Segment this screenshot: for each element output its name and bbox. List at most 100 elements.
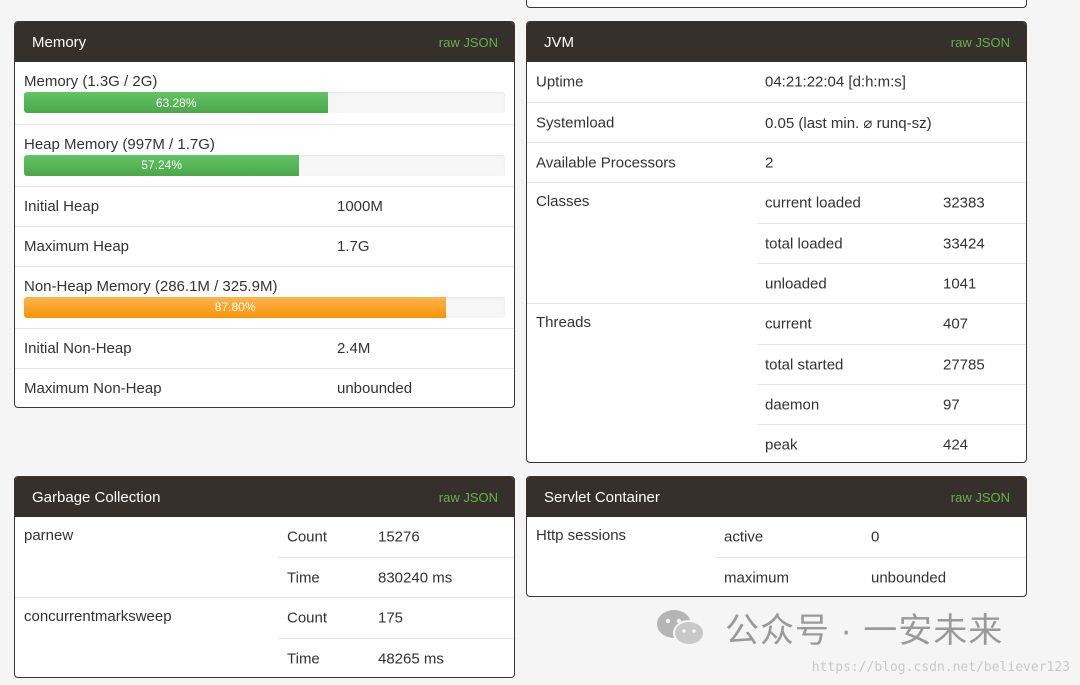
memory-usage-row: Memory (1.3G / 2G) 63.28%	[15, 62, 514, 124]
heap-memory-percent: 57.24%	[141, 158, 182, 172]
memory-usage-fill: 63.28%	[24, 92, 329, 113]
systemload-value: 0.05 (last min. ⌀ runq-sz)	[765, 114, 932, 132]
initial-heap-row: Initial Heap 1000M	[15, 186, 514, 226]
classes-label: Classes	[536, 193, 590, 210]
sessions-active-label: active	[724, 528, 764, 546]
previous-panel-bottom	[526, 0, 1027, 8]
heap-memory-label: Heap Memory (997M / 1.7G)	[24, 135, 215, 153]
sessions-maximum-label: maximum	[724, 569, 790, 586]
systemload-label: Systemload	[536, 114, 615, 131]
gc-parnew-time-label: Time	[287, 569, 320, 586]
non-heap-memory-label: Non-Heap Memory (286.1M / 325.9M)	[24, 277, 278, 295]
threads-daemon-row: daemon 97	[757, 384, 1026, 424]
http-sessions-group: Http sessions active 0 maximum unbounded	[527, 517, 1026, 596]
threads-peak-value: 424	[943, 436, 969, 453]
classes-unloaded-row: unloaded 1041	[757, 263, 1026, 303]
maximum-non-heap-value: unbounded	[337, 380, 413, 397]
gc-cms-time-value: 48265 ms	[378, 650, 444, 667]
processors-value: 2	[765, 154, 774, 171]
jvm-body: Uptime 04:21:22:04 [d:h:m:s] Systemload …	[527, 62, 1026, 462]
initial-non-heap-value: 2.4M	[337, 340, 371, 357]
wechat-icon	[655, 608, 707, 648]
maximum-heap-value: 1.7G	[337, 238, 370, 255]
wechat-watermark: 公众号 · 一安未来	[655, 603, 1003, 652]
threads-total-started-value: 27785	[943, 356, 985, 373]
classes-unloaded-label: unloaded	[765, 275, 827, 292]
threads-daemon-label: daemon	[765, 396, 820, 413]
heap-memory-bar: 57.24%	[24, 154, 505, 176]
gc-parnew-time-row: Time 830240 ms	[278, 557, 514, 597]
maximum-non-heap-label: Maximum Non-Heap	[24, 380, 162, 397]
processors-row: Available Processors 2	[527, 142, 1026, 182]
threads-current-label: current	[765, 315, 812, 333]
initial-heap-label: Initial Heap	[24, 198, 100, 215]
gc-panel-header: Garbage Collection raw JSON	[15, 477, 514, 517]
uptime-label: Uptime	[536, 73, 584, 91]
sessions-active-value: 0	[871, 528, 880, 546]
threads-label: Threads	[536, 314, 592, 331]
gc-cms-group: concurrentmarksweep Count 175 Time 48265…	[15, 597, 514, 677]
uptime-row: Uptime 04:21:22:04 [d:h:m:s]	[527, 62, 1026, 102]
jvm-panel-header: JVM raw JSON	[527, 22, 1026, 62]
threads-current-row: current 407	[757, 304, 1026, 344]
classes-total-loaded-row: total loaded 33424	[757, 223, 1026, 263]
maximum-non-heap-row: Maximum Non-Heap unbounded	[15, 368, 514, 407]
gc-panel: Garbage Collection raw JSON parnew Count…	[14, 476, 515, 678]
heap-memory-row: Heap Memory (997M / 1.7G) 57.24%	[15, 124, 514, 186]
threads-daemon-value: 97	[943, 396, 960, 413]
classes-current-loaded-value: 32383	[943, 194, 985, 212]
threads-total-started-label: total started	[765, 356, 844, 373]
gc-cms-count-row: Count 175	[278, 598, 514, 638]
initial-heap-value: 1000M	[337, 198, 383, 215]
threads-peak-row: peak 424	[757, 424, 1026, 462]
jvm-panel-title: JVM	[544, 33, 574, 51]
gc-raw-json-link[interactable]: raw JSON	[439, 490, 498, 505]
threads-group: Threads current 407 total started 27785 …	[527, 303, 1026, 462]
maximum-heap-row: Maximum Heap 1.7G	[15, 226, 514, 266]
classes-current-loaded-row: current loaded 32383	[757, 183, 1026, 223]
gc-cms-name: concurrentmarksweep	[24, 608, 172, 625]
gc-cms-time-label: Time	[287, 650, 320, 667]
watermark-text: 公众号 · 一安未来	[725, 612, 1004, 650]
gc-parnew-time-value: 830240 ms	[378, 569, 453, 586]
gc-parnew-name: parnew	[24, 527, 74, 544]
gc-cms-count-value: 175	[378, 609, 404, 627]
non-heap-memory-percent: 87.80%	[214, 300, 256, 314]
initial-non-heap-label: Initial Non-Heap	[24, 340, 132, 357]
threads-peak-label: peak	[765, 436, 798, 453]
servlet-panel-header: Servlet Container raw JSON	[527, 477, 1026, 517]
memory-panel-title: Memory	[32, 33, 87, 51]
memory-panel-header: Memory raw JSON	[15, 22, 514, 62]
memory-raw-json-link[interactable]: raw JSON	[439, 35, 498, 50]
gc-parnew-group: parnew Count 15276 Time 830240 ms	[15, 517, 514, 597]
memory-body: Memory (1.3G / 2G) 63.28% Heap Memory (9…	[15, 62, 514, 407]
servlet-panel-title: Servlet Container	[544, 488, 660, 506]
memory-panel: Memory raw JSON Memory (1.3G / 2G) 63.28…	[14, 21, 515, 408]
memory-usage-percent: 63.28%	[155, 95, 197, 110]
http-sessions-label: Http sessions	[536, 527, 627, 544]
systemload-row: Systemload 0.05 (last min. ⌀ runq-sz)	[527, 102, 1026, 142]
maximum-heap-label: Maximum Heap	[24, 238, 130, 255]
gc-parnew-count-row: Count 15276	[278, 517, 514, 557]
non-heap-memory-bar: 87.80%	[24, 296, 505, 318]
jvm-raw-json-link[interactable]: raw JSON	[951, 35, 1010, 50]
classes-unloaded-value: 1041	[943, 275, 977, 292]
servlet-panel: Servlet Container raw JSON Http sessions…	[526, 476, 1027, 597]
classes-group: Classes current loaded 32383 total loade…	[527, 182, 1026, 303]
sessions-maximum-row: maximum unbounded	[716, 557, 1026, 596]
classes-total-loaded-label: total loaded	[765, 235, 843, 252]
heap-memory-fill: 57.24%	[24, 154, 300, 176]
sessions-maximum-value: unbounded	[871, 569, 947, 586]
threads-total-started-row: total started 27785	[757, 344, 1026, 384]
sessions-active-row: active 0	[716, 517, 1026, 557]
initial-non-heap-row: Initial Non-Heap 2.4M	[15, 328, 514, 368]
servlet-raw-json-link[interactable]: raw JSON	[951, 490, 1010, 505]
gc-cms-time-row: Time 48265 ms	[278, 638, 514, 677]
classes-total-loaded-value: 33424	[943, 235, 985, 252]
gc-panel-title: Garbage Collection	[32, 488, 161, 506]
classes-current-loaded-label: current loaded	[765, 194, 861, 212]
non-heap-memory-row: Non-Heap Memory (286.1M / 325.9M) 87.80%	[15, 266, 514, 328]
jvm-panel: JVM raw JSON Uptime 04:21:22:04 [d:h:m:s…	[526, 21, 1027, 463]
gc-parnew-count-value: 15276	[378, 528, 420, 546]
memory-usage-label: Memory (1.3G / 2G)	[24, 73, 158, 90]
